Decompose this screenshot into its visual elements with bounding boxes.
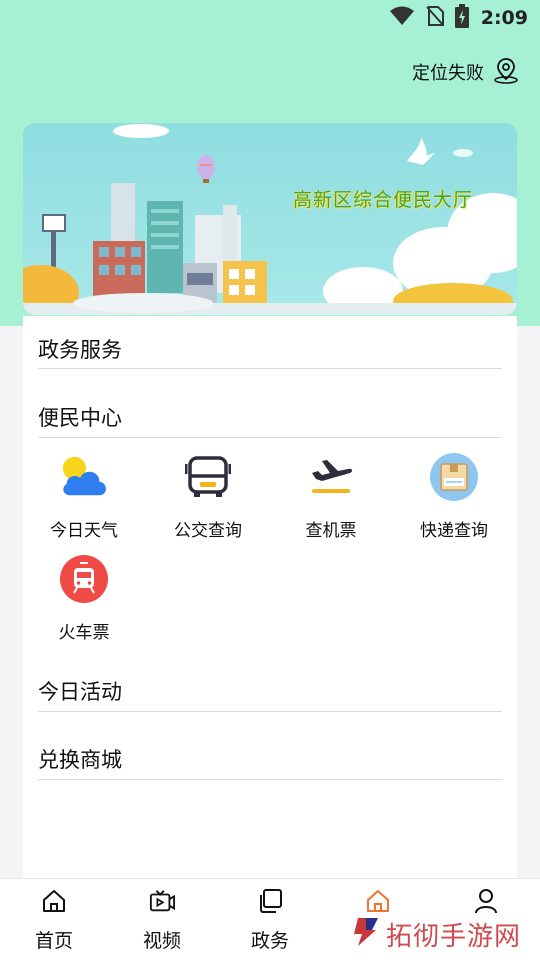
tab-label: 政务 — [250, 930, 289, 952]
status-bar: 2:09 — [0, 0, 540, 36]
location-status-text: 定位失败 — [412, 63, 484, 84]
parcel-icon — [429, 452, 479, 502]
section-exchange-mall[interactable]: 兑换商城 — [38, 744, 122, 774]
home-outline-icon — [41, 888, 67, 914]
watermark: 拓彻手游网 — [352, 914, 521, 954]
service-label: 火车票 — [58, 623, 110, 643]
location-pin-icon — [492, 56, 520, 88]
battery-charging-icon — [454, 4, 469, 32]
divider — [38, 437, 502, 438]
service-express[interactable]: 快递查询 — [394, 452, 514, 541]
content-card: 政务服务 便民中心 今日天气 公交查询 查机票 快递查询 火车票 今日活动 兑换… — [23, 316, 517, 878]
location-button[interactable]: 定位失败 — [412, 56, 520, 88]
bus-icon — [183, 452, 233, 502]
section-gov-services[interactable]: 政务服务 — [38, 334, 122, 364]
service-train[interactable]: 火车票 — [24, 554, 144, 643]
wifi-icon — [389, 6, 415, 30]
service-weather[interactable]: 今日天气 — [24, 452, 144, 541]
status-time: 2:09 — [480, 7, 528, 29]
service-bus[interactable]: 公交查询 — [148, 452, 268, 541]
tab-home[interactable]: 首页 — [0, 879, 108, 960]
divider — [38, 711, 502, 712]
divider — [38, 779, 502, 780]
watermark-logo-icon — [352, 916, 380, 952]
divider — [38, 368, 502, 369]
home-active-icon — [365, 888, 391, 914]
service-label: 查机票 — [305, 521, 357, 541]
no-sim-icon — [425, 5, 445, 31]
tab-label: 视频 — [142, 930, 181, 952]
video-icon — [149, 888, 175, 914]
tab-label: 首页 — [34, 930, 73, 952]
service-label: 公交查询 — [174, 521, 242, 541]
tab-government[interactable]: 政务 — [216, 879, 324, 960]
person-icon — [473, 888, 499, 914]
banner[interactable]: 高新区综合便民大厅 — [23, 123, 517, 315]
service-label: 今日天气 — [50, 521, 118, 541]
weather-icon — [59, 452, 109, 502]
copy-icon — [257, 888, 283, 914]
tab-video[interactable]: 视频 — [108, 879, 216, 960]
banner-title: 高新区综合便民大厅 — [292, 189, 473, 211]
service-label: 快递查询 — [420, 521, 488, 541]
train-icon — [59, 554, 109, 604]
section-today-activities[interactable]: 今日活动 — [38, 676, 122, 706]
banner-illustration — [23, 124, 517, 315]
watermark-text: 拓彻手游网 — [386, 921, 522, 952]
airplane-icon — [306, 452, 356, 502]
service-flights[interactable]: 查机票 — [271, 452, 391, 541]
section-convenience-center: 便民中心 — [38, 406, 122, 430]
